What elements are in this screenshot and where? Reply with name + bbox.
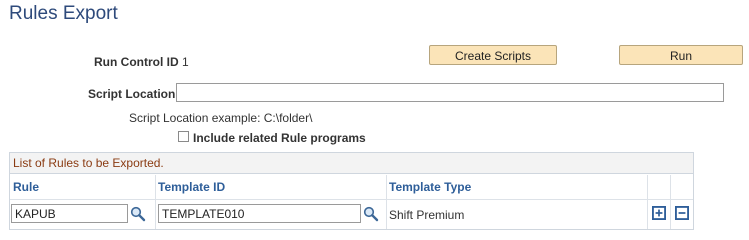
column-divider <box>670 175 671 229</box>
script-location-example: Script Location example: C:\folder\ <box>129 111 313 125</box>
rules-grid: List of Rules to be Exported. Rule Templ… <box>9 152 694 230</box>
column-header-template-id: Template ID <box>158 180 226 194</box>
rule-lookup-icon[interactable] <box>130 206 146 222</box>
add-row-icon[interactable] <box>652 206 666 220</box>
run-button[interactable]: Run <box>619 45 743 65</box>
create-scripts-button[interactable]: Create Scripts <box>429 45 557 65</box>
include-related-checkbox[interactable] <box>178 131 189 142</box>
delete-row-icon[interactable] <box>675 206 689 220</box>
template-id-lookup-icon[interactable] <box>363 206 379 222</box>
column-divider <box>386 175 387 229</box>
include-related-label: Include related Rule programs <box>193 131 366 145</box>
run-control-label: Run Control ID <box>94 55 179 69</box>
template-type-value: Shift Premium <box>389 208 465 222</box>
rule-input[interactable] <box>11 204 128 223</box>
page-title: Rules Export <box>9 3 118 24</box>
column-divider <box>155 175 156 229</box>
column-header-rule: Rule <box>13 180 40 194</box>
column-header-template-type: Template Type <box>389 180 472 194</box>
row-divider <box>10 199 693 200</box>
grid-title: List of Rules to be Exported. <box>10 153 693 174</box>
column-divider <box>647 175 648 229</box>
script-location-label: Script Location <box>88 87 176 101</box>
run-control-value: 1 <box>182 55 189 69</box>
template-id-input[interactable] <box>158 204 361 223</box>
script-location-input[interactable] <box>176 83 724 102</box>
